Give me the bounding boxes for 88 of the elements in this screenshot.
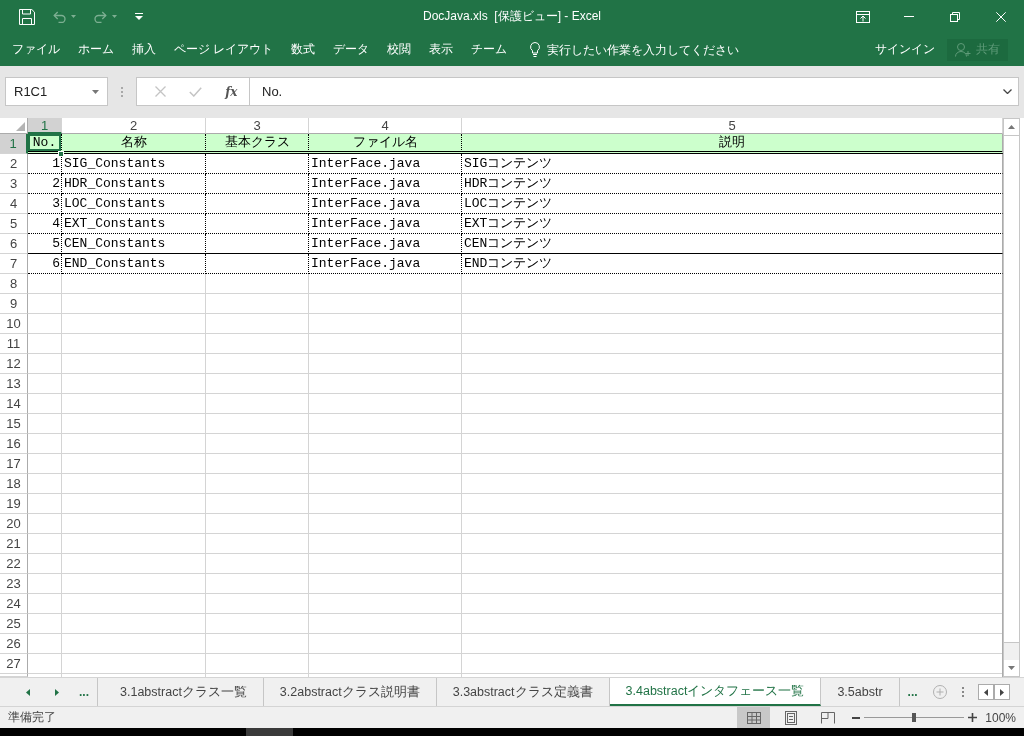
lightbulb-icon bbox=[530, 42, 541, 57]
grip-dots-icon[interactable] bbox=[961, 687, 964, 697]
caret-icon bbox=[71, 15, 76, 18]
redo-icon bbox=[94, 10, 107, 23]
caret-icon bbox=[112, 15, 117, 18]
right-triangle-icon bbox=[54, 688, 59, 696]
table-cell: SIG_Constants bbox=[62, 154, 206, 174]
plus-circle-icon bbox=[932, 685, 947, 699]
table-cell: HDR_Constants bbox=[62, 174, 206, 194]
scroll-up-button[interactable] bbox=[1004, 119, 1019, 135]
normal-view-button[interactable] bbox=[737, 707, 770, 728]
formula-input[interactable]: No. bbox=[250, 77, 1019, 106]
table-cell: CEN_Constants bbox=[62, 234, 206, 254]
sign-in-link[interactable]: サインイン bbox=[869, 38, 941, 61]
scroll-left-button[interactable] bbox=[977, 684, 994, 700]
table-cell: HDRコンテンツ bbox=[462, 174, 1003, 194]
grid-icon bbox=[746, 711, 761, 724]
fill-handle[interactable] bbox=[58, 151, 64, 157]
ribbon-tab[interactable]: データ bbox=[324, 33, 379, 66]
table-cell: EXT_Constants bbox=[62, 214, 206, 234]
tell-me-field[interactable]: 実行したい作業を入力してください bbox=[547, 38, 763, 61]
row-header[interactable]: 7 bbox=[0, 254, 28, 274]
table-cell: LOC_Constants bbox=[62, 194, 206, 214]
ribbon-tab[interactable]: 挿入 bbox=[123, 33, 165, 66]
window-title: DocJava.xls [保護ビュー] - Excel bbox=[423, 8, 601, 25]
table-cell: InterFace.java bbox=[309, 194, 462, 214]
caret-icon bbox=[92, 89, 99, 94]
header-cell: ファイル名 bbox=[309, 134, 462, 154]
row-header[interactable]: 2 bbox=[0, 154, 28, 174]
ribbon-tab[interactable]: 校閲 bbox=[378, 33, 421, 66]
row-header[interactable]: 1 bbox=[0, 134, 28, 154]
header-cell: 名称 bbox=[62, 134, 206, 154]
row-header[interactable]: 4 bbox=[0, 194, 28, 214]
up-triangle-icon bbox=[1008, 125, 1015, 129]
ribbon-tab[interactable]: ホーム bbox=[69, 33, 123, 66]
table-cell: 1 bbox=[28, 154, 62, 174]
restore-icon bbox=[950, 11, 960, 22]
cross-icon bbox=[155, 86, 167, 97]
name-box[interactable]: R1C1 bbox=[5, 77, 108, 106]
undo-icon bbox=[53, 10, 66, 23]
ribbon-tab[interactable]: ファイル bbox=[0, 33, 69, 66]
vertical-scrollbar[interactable] bbox=[1003, 118, 1020, 677]
ribbon-tab[interactable]: 数式 bbox=[282, 33, 325, 66]
row-header[interactable]: 5 bbox=[0, 214, 28, 234]
scroll-thumb[interactable] bbox=[1004, 135, 1019, 643]
left-triangle-icon bbox=[983, 688, 988, 696]
zoom-level-button[interactable]: 100% bbox=[980, 710, 1024, 725]
split-page-icon bbox=[820, 711, 835, 724]
more-sheets-button[interactable]: ... bbox=[899, 678, 926, 706]
header-cell: 説明 bbox=[462, 134, 1003, 154]
down-triangle-icon bbox=[1008, 666, 1015, 670]
table-cell: InterFace.java bbox=[309, 234, 462, 254]
close-icon bbox=[996, 11, 1006, 22]
table-cell: CENコンテンツ bbox=[462, 234, 1003, 254]
ribbon-tab[interactable]: ページ レイアウト bbox=[165, 33, 283, 66]
header-cell: 基本クラス bbox=[206, 134, 309, 154]
ribbon-tab[interactable]: チーム bbox=[462, 33, 517, 66]
insert-function-button[interactable]: fx bbox=[213, 78, 249, 105]
table-cell: InterFace.java bbox=[309, 214, 462, 234]
row-header[interactable]: 3 bbox=[0, 174, 28, 194]
header-cell: No. bbox=[28, 134, 62, 154]
sheet-tab[interactable]: 3.4abstractインタフェース一覧 bbox=[609, 678, 822, 706]
table-cell: SIGコンテンツ bbox=[462, 154, 1003, 174]
table-cell: 3 bbox=[28, 194, 62, 214]
minus-icon bbox=[852, 716, 860, 719]
table-cell: 4 bbox=[28, 214, 62, 234]
bar-caret-icon bbox=[135, 13, 143, 20]
check-icon bbox=[189, 86, 203, 97]
chevron-down-icon[interactable] bbox=[1003, 89, 1012, 94]
ribbon-tab[interactable]: 表示 bbox=[420, 33, 463, 66]
table-cell: 2 bbox=[28, 174, 62, 194]
corner-triangle-icon bbox=[16, 122, 25, 131]
table-cell: InterFace.java bbox=[309, 174, 462, 194]
page-icon bbox=[784, 710, 797, 725]
right-triangle-icon bbox=[999, 688, 1004, 696]
table-cell: EXTコンテンツ bbox=[462, 214, 1003, 234]
row-header[interactable]: 6 bbox=[0, 234, 28, 254]
status-text: 準備完了 bbox=[8, 709, 56, 726]
person-plus-icon bbox=[955, 42, 971, 57]
scroll-down-button[interactable] bbox=[1004, 660, 1019, 676]
column-header[interactable]: 1 bbox=[28, 118, 62, 134]
left-triangle-icon bbox=[25, 688, 30, 696]
table-cell: LOCコンテンツ bbox=[462, 194, 1003, 214]
slider-thumb[interactable] bbox=[912, 713, 916, 722]
minimize-icon bbox=[904, 16, 914, 17]
plus-icon bbox=[967, 713, 977, 722]
table-cell: 5 bbox=[28, 234, 62, 254]
table-cell: InterFace.java bbox=[309, 154, 462, 174]
